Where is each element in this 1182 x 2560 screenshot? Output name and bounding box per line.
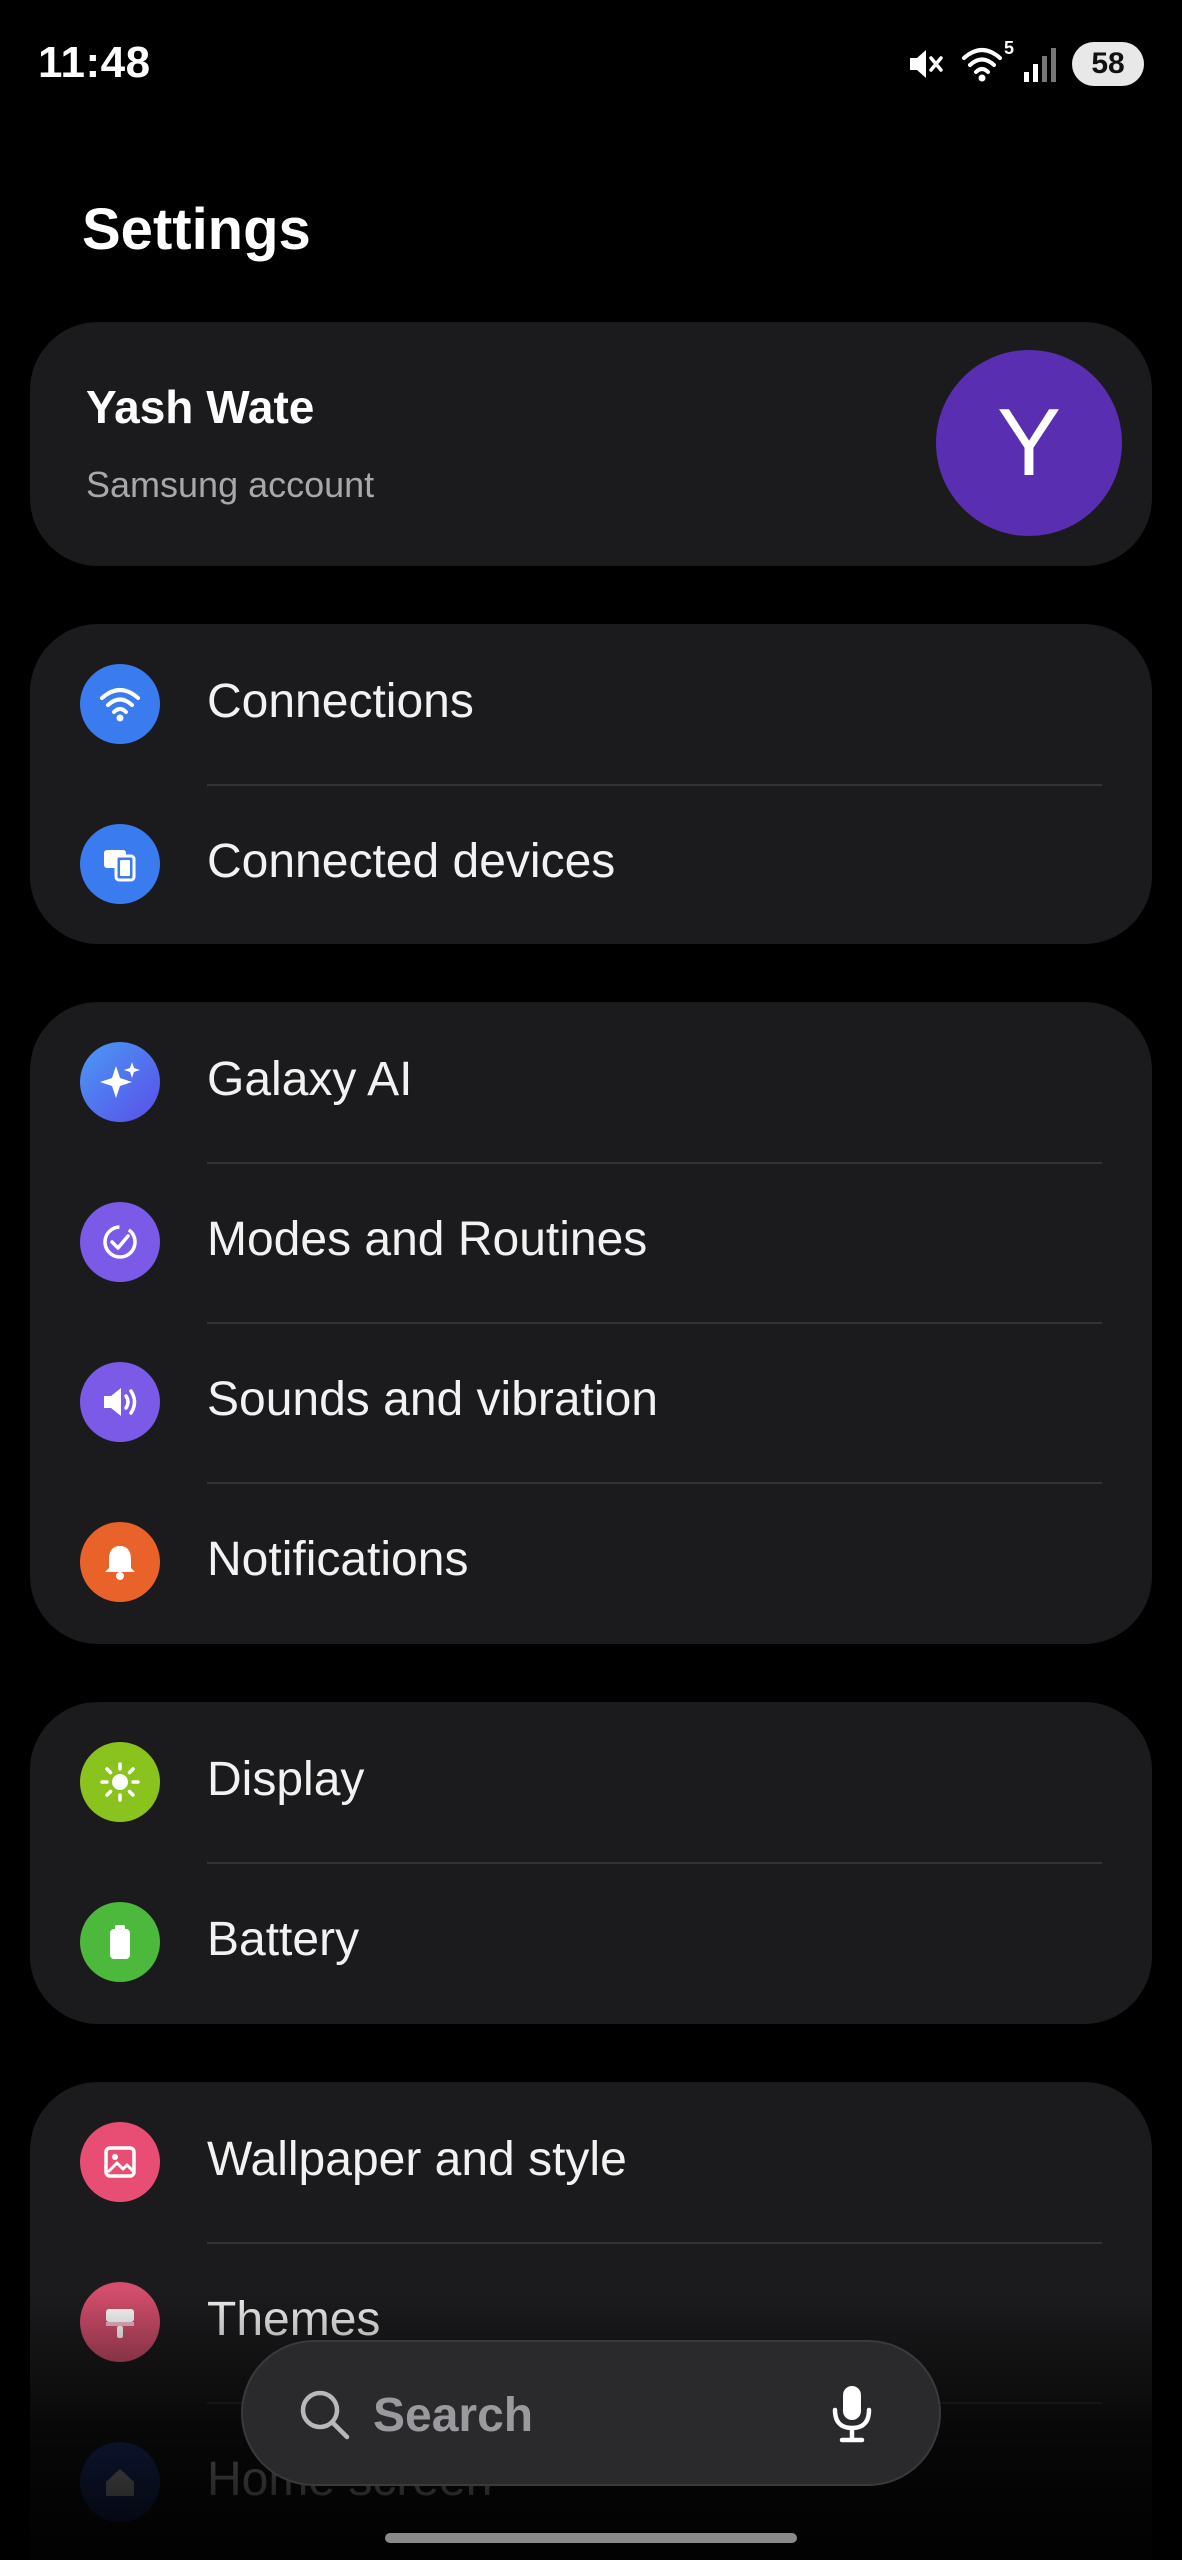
search-bar[interactable]: Search [241, 2340, 941, 2486]
account-name: Yash Wate [86, 381, 315, 433]
settings-group-device: Display Battery [30, 1702, 1152, 2024]
account-card[interactable]: Yash Wate Samsung account Y [30, 322, 1152, 566]
battery-icon [80, 1902, 160, 1982]
settings-item-label: Connections [207, 675, 474, 728]
sparkle-icon [80, 1042, 160, 1122]
wifi-icon [80, 664, 160, 744]
check-circle-icon [80, 1202, 160, 1282]
paintbrush-icon [80, 2282, 160, 2362]
wifi-status: 5 [960, 38, 1014, 84]
account-subtitle: Samsung account [86, 464, 375, 505]
wifi-status-icon [962, 48, 1002, 82]
status-bar: 11:48 5 58 [0, 0, 1182, 130]
status-icons: 5 58 [906, 38, 1144, 86]
wallpaper-icon [80, 2122, 160, 2202]
settings-item-label: Wallpaper and style [207, 2133, 627, 2186]
settings-item-display[interactable]: Display [30, 1702, 1152, 1862]
search-icon [300, 2390, 350, 2440]
microphone-icon[interactable] [827, 2382, 877, 2446]
connected-devices-icon [80, 824, 160, 904]
settings-item-battery[interactable]: Battery [30, 1862, 1152, 2022]
settings-item-modes-routines[interactable]: Modes and Routines [30, 1162, 1152, 1322]
settings-item-label: Notifications [207, 1533, 469, 1586]
page-title: Settings [82, 197, 311, 262]
settings-item-wallpaper-style[interactable]: Wallpaper and style [30, 2082, 1152, 2242]
settings-item-sounds-vibration[interactable]: Sounds and vibration [30, 1322, 1152, 1482]
signal-icon [1024, 48, 1056, 82]
settings-item-connections[interactable]: Connections [30, 624, 1152, 784]
avatar[interactable]: Y [936, 350, 1122, 536]
brightness-icon [80, 1742, 160, 1822]
settings-item-label: Sounds and vibration [207, 1373, 658, 1426]
bell-icon [80, 1522, 160, 1602]
mute-icon [910, 50, 943, 78]
settings-item-galaxy-ai[interactable]: Galaxy AI [30, 1002, 1152, 1162]
settings-item-label: Galaxy AI [207, 1053, 413, 1106]
speaker-icon [80, 1362, 160, 1442]
status-time: 11:48 [38, 38, 151, 87]
settings-item-label: Display [207, 1753, 365, 1806]
search-input[interactable]: Search [373, 2388, 533, 2443]
settings-item-label: Connected devices [207, 835, 616, 888]
wifi-band-badge: 5 [1003, 38, 1014, 58]
settings-group-personalization: Wallpaper and style Themes Home screen [30, 2082, 1152, 2560]
home-icon [80, 2442, 160, 2522]
battery-indicator: 58 [1072, 42, 1144, 86]
settings-item-label: Modes and Routines [207, 1213, 648, 1266]
settings-item-label: Battery [207, 1913, 360, 1966]
settings-group-features: Galaxy AI Modes and Routines Sounds and … [30, 1002, 1152, 1644]
home-indicator[interactable] [385, 2533, 797, 2543]
settings-group-connections: Connections Connected devices [30, 624, 1152, 944]
settings-item-connected-devices[interactable]: Connected devices [30, 784, 1152, 944]
settings-item-label: Themes [207, 2293, 381, 2346]
settings-item-notifications[interactable]: Notifications [30, 1482, 1152, 1642]
